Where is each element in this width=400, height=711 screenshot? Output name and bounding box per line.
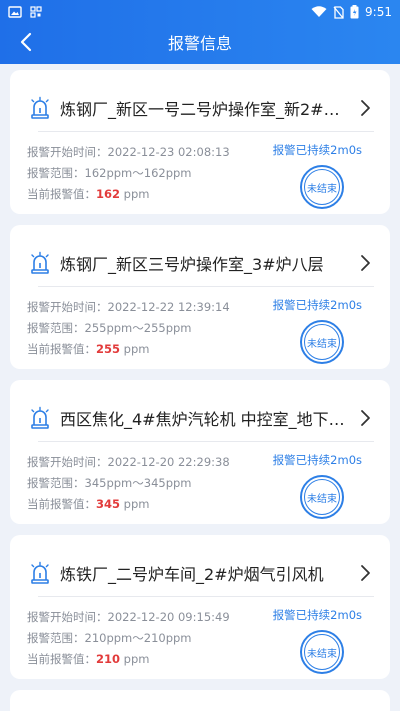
card-header: 炼钢厂_新区三号炉操作室_3#炉八层: [28, 245, 376, 281]
card-info: 报警开始时间：2022-12-20 09:15:49 报警范围：210ppm～2…: [27, 607, 230, 670]
chevron-right-icon[interactable]: [354, 562, 376, 584]
alarm-card-partial[interactable]: [10, 690, 390, 711]
alarm-light-icon: [31, 251, 49, 274]
alarm-card[interactable]: 炼铁厂_二号炉车间_2#炉烟气引风机 报警开始时间：2022-12-20 09:…: [10, 535, 390, 679]
duration-text: 报警已持续2m0s: [272, 608, 362, 622]
duration-text: 报警已持续2m0s: [272, 143, 362, 157]
alarm-card[interactable]: 西区焦化_4#焦炉汽轮机 中控室_地下… 报警开始时间：2022-12-20 2…: [10, 380, 390, 524]
status-stamp: 未结束: [300, 475, 344, 519]
card-header: 炼钢厂_新区一号二号炉操作室_新2#…: [28, 90, 376, 126]
alarm-card[interactable]: 炼钢厂_新区三号炉操作室_3#炉八层 报警开始时间：2022-12-22 12:…: [10, 225, 390, 369]
alarm-light-icon: [31, 561, 49, 584]
start-time-value: 2022-12-20 09:15:49: [107, 610, 230, 624]
status-stamp-label: 未结束: [304, 324, 340, 360]
qr-code-icon: [30, 6, 42, 18]
duration-text: 报警已持续2m0s: [272, 298, 362, 312]
range-value: 210ppm～210ppm: [84, 631, 192, 645]
status-stamp-label: 未结束: [304, 479, 340, 515]
card-title: 西区焦化_4#焦炉汽轮机 中控室_地下…: [60, 410, 345, 429]
wifi-icon: [311, 6, 327, 17]
alarm-card[interactable]: 炼钢厂_新区一号二号炉操作室_新2#… 报警开始时间：2022-12-23 02…: [10, 70, 390, 214]
battery-icon: [350, 5, 359, 19]
start-time-value: 2022-12-22 12:39:14: [107, 300, 230, 314]
alarm-light-icon: [31, 406, 49, 429]
current-value: 210: [96, 652, 121, 666]
app-header: 9:51 报警信息: [0, 0, 400, 64]
page-title: 报警信息: [167, 34, 232, 53]
current-value: 345: [96, 497, 121, 511]
start-time-label: 报警开始时间：: [27, 610, 108, 624]
start-time-value: 2022-12-23 02:08:13: [107, 145, 230, 159]
back-button[interactable]: [12, 28, 40, 56]
nav-bar: 报警信息: [0, 24, 400, 60]
status-stamp: 未结束: [300, 630, 344, 674]
card-header: 炼铁厂_二号炉车间_2#炉烟气引风机: [28, 555, 376, 591]
divider: [38, 441, 374, 442]
current-label: 当前报警值：: [27, 342, 96, 356]
unit-label: ppm: [123, 342, 150, 356]
unit-label: ppm: [123, 652, 150, 666]
alarm-light-icon: [31, 96, 49, 119]
range-label: 报警范围：: [27, 631, 85, 645]
start-time-label: 报警开始时间：: [27, 300, 108, 314]
no-sim-icon: [333, 5, 344, 19]
unit-label: ppm: [123, 497, 150, 511]
status-stamp: 未结束: [300, 165, 344, 209]
card-title: 炼铁厂_二号炉车间_2#炉烟气引风机: [60, 565, 324, 584]
card-info: 报警开始时间：2022-12-22 12:39:14 报警范围：255ppm～2…: [27, 297, 230, 360]
chevron-right-icon[interactable]: [354, 97, 376, 119]
current-value: 162: [96, 187, 121, 201]
card-title: 炼钢厂_新区三号炉操作室_3#炉八层: [60, 255, 324, 274]
range-value: 162ppm～162ppm: [84, 166, 192, 180]
current-value: 255: [96, 342, 121, 356]
start-time-label: 报警开始时间：: [27, 455, 108, 469]
current-label: 当前报警值：: [27, 187, 96, 201]
chevron-right-icon[interactable]: [354, 252, 376, 274]
card-header: 西区焦化_4#焦炉汽轮机 中控室_地下…: [28, 400, 376, 436]
range-label: 报警范围：: [27, 166, 85, 180]
divider: [38, 131, 374, 132]
status-stamp-label: 未结束: [304, 169, 340, 205]
duration-text: 报警已持续2m0s: [272, 453, 362, 467]
chevron-left-icon: [20, 32, 32, 52]
current-label: 当前报警值：: [27, 652, 96, 666]
range-value: 255ppm～255ppm: [84, 321, 192, 335]
range-label: 报警范围：: [27, 476, 85, 490]
range-label: 报警范围：: [27, 321, 85, 335]
card-title: 炼钢厂_新区一号二号炉操作室_新2#…: [60, 100, 340, 119]
status-stamp-label: 未结束: [304, 634, 340, 670]
range-value: 345ppm～345ppm: [84, 476, 192, 490]
unit-label: ppm: [123, 187, 150, 201]
start-time-label: 报警开始时间：: [27, 145, 108, 159]
current-label: 当前报警值：: [27, 497, 96, 511]
status-bar: 9:51: [0, 0, 400, 24]
image-icon: [8, 6, 22, 18]
divider: [38, 286, 374, 287]
card-info: 报警开始时间：2022-12-20 22:29:38 报警范围：345ppm～3…: [27, 452, 230, 515]
divider: [38, 596, 374, 597]
status-stamp: 未结束: [300, 320, 344, 364]
chevron-right-icon[interactable]: [354, 407, 376, 429]
start-time-value: 2022-12-20 22:29:38: [107, 455, 230, 469]
status-time: 9:51: [365, 5, 392, 19]
card-info: 报警开始时间：2022-12-23 02:08:13 报警范围：162ppm～1…: [27, 142, 230, 205]
